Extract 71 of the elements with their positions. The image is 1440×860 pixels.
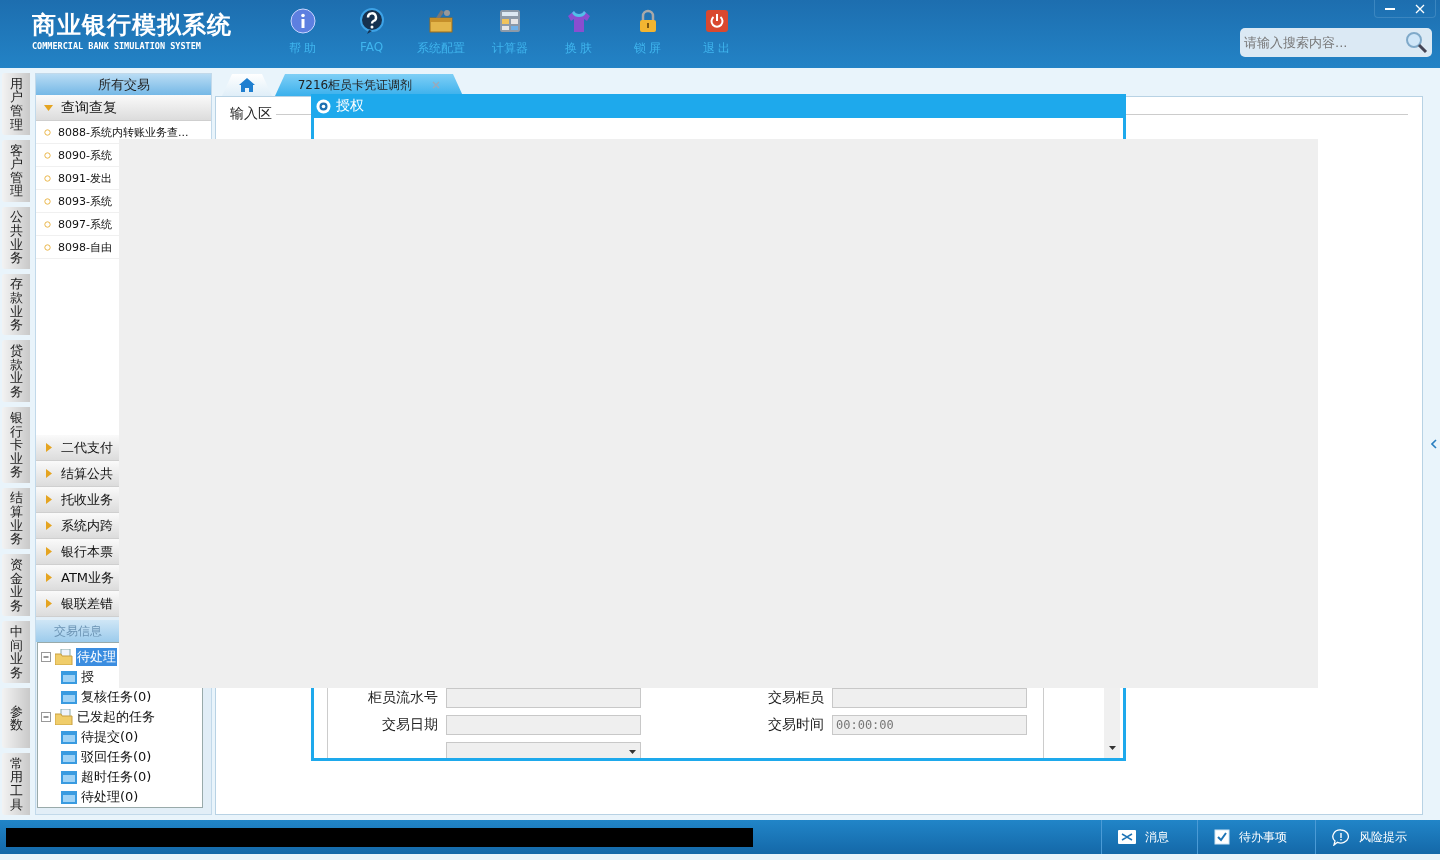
side-tab[interactable]: 银行卡业务	[2, 407, 30, 483]
app-subtitle: COMMERCIAL BANK SIMULATION SYSTEM	[32, 40, 202, 53]
close-icon	[1415, 3, 1425, 14]
side-tab[interactable]: 中间业务	[2, 621, 30, 684]
power-icon	[703, 8, 730, 34]
status-button[interactable]: 消息	[1101, 820, 1197, 854]
triangle-right-icon	[44, 495, 53, 504]
collapse-icon[interactable]	[41, 651, 52, 663]
folder-icon	[61, 690, 77, 704]
side-tab[interactable]: 贷款业务	[2, 340, 30, 403]
caret-icon	[1108, 746, 1116, 750]
side-tab[interactable]: 存款业务	[2, 273, 30, 336]
caret-icon	[629, 749, 636, 754]
alert-bubble-icon	[1332, 828, 1350, 846]
field-label: 交易时间	[767, 715, 824, 734]
triangle-right-icon	[44, 547, 53, 556]
tree-item[interactable]: 待处理(0)	[80, 788, 140, 806]
field-label: 交易日期	[381, 715, 438, 734]
info-icon	[289, 8, 316, 34]
home-icon	[239, 78, 255, 92]
sidebar-title: 所有交易	[36, 74, 211, 95]
tree-item[interactable]: 驳回任务(0)	[80, 748, 153, 766]
checkbox-icon	[1214, 829, 1230, 845]
circle-icon	[44, 151, 51, 159]
tree-item[interactable]: 待提交(0)	[80, 728, 140, 746]
envelope-icon	[1118, 830, 1136, 844]
side-tab[interactable]: 公共业务	[2, 206, 30, 269]
circle-icon	[44, 128, 51, 136]
circle-icon	[44, 174, 51, 182]
section-title: 输入区	[230, 105, 272, 123]
triangle-right-icon	[44, 443, 53, 452]
field-label: 交易柜员	[767, 688, 824, 707]
folder-icon	[61, 750, 77, 764]
folder-icon	[61, 670, 77, 684]
field-label: 柜员流水号	[367, 688, 438, 707]
toolbox-icon	[427, 8, 454, 34]
status-button[interactable]: 待办事项	[1197, 820, 1315, 854]
triangle-right-icon	[44, 573, 53, 582]
side-tab[interactable]: 资金业务	[2, 554, 30, 617]
side-tab[interactable]: 常用工具	[2, 753, 30, 816]
help-icon	[358, 8, 385, 34]
folder-icon	[61, 790, 77, 804]
tree-item[interactable]: 复核任务(0)	[80, 688, 153, 706]
search-icon	[1404, 30, 1428, 54]
search-field[interactable]: 请输入搜索内容...	[1240, 28, 1432, 57]
folder-icon	[61, 770, 77, 784]
triangle-down-icon	[44, 103, 53, 112]
shirt-icon	[565, 8, 592, 34]
circle-icon	[44, 220, 51, 228]
page-tab[interactable]: 7216柜员卡凭证调剂	[275, 74, 463, 96]
tree-item[interactable]: 已发起的任务	[76, 708, 156, 726]
chevron-left-icon[interactable]	[1431, 439, 1437, 449]
side-tab[interactable]: 客户管理	[2, 139, 30, 202]
tree-item[interactable]: 超时任务(0)	[80, 768, 153, 786]
side-tab[interactable]: 用户管理	[2, 73, 30, 135]
folder-icon	[55, 649, 73, 665]
side-tab[interactable]: 参数	[2, 688, 30, 749]
collapse-icon[interactable]	[41, 711, 52, 723]
dialog-title: 授权	[336, 97, 364, 115]
folder-icon	[55, 709, 73, 725]
tree-item[interactable]: 授	[80, 668, 95, 686]
status-button[interactable]: 风险提示	[1315, 820, 1435, 854]
folder-icon	[61, 730, 77, 744]
triangle-right-icon	[44, 521, 53, 530]
triangle-right-icon	[44, 599, 53, 608]
triangle-right-icon	[44, 469, 53, 478]
side-tab[interactable]: 结算业务	[2, 487, 30, 550]
circle-icon	[44, 197, 51, 205]
app-title: 商业银行模拟系统	[32, 11, 233, 39]
group-header[interactable]: 查询查复	[36, 95, 211, 121]
circle-icon	[44, 243, 51, 251]
